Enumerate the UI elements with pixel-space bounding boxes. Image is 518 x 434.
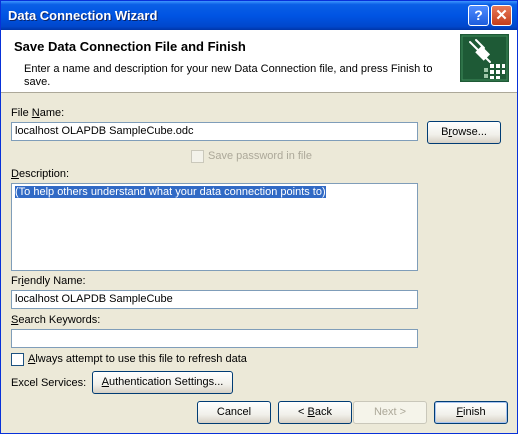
page-description: Enter a name and description for your ne… — [24, 63, 433, 88]
back-button[interactable]: < Back — [278, 401, 352, 424]
cancel-button[interactable]: Cancel — [197, 401, 271, 424]
always-use-file-label: Always attempt to use this file to refre… — [28, 353, 247, 365]
title-bar[interactable]: Data Connection Wizard ? ✕ — [1, 1, 517, 30]
save-password-checkbox[interactable] — [191, 150, 204, 163]
window-title: Data Connection Wizard — [8, 8, 158, 23]
save-password-label: Save password in file — [208, 150, 312, 162]
page-title: Save Data Connection File and Finish — [14, 39, 246, 54]
file-name-input[interactable]: localhost OLAPDB SampleCube.odc — [11, 122, 418, 141]
wizard-header: Save Data Connection File and Finish Ent… — [1, 30, 517, 93]
authentication-settings-button[interactable]: Authentication Settings... — [92, 371, 233, 394]
always-use-file-checkbox[interactable] — [11, 353, 24, 366]
help-button[interactable]: ? — [468, 5, 489, 26]
search-keywords-label: Search Keywords: — [11, 314, 101, 326]
help-icon: ? — [474, 7, 483, 23]
data-connection-icon — [460, 34, 509, 82]
excel-services-label: Excel Services: — [11, 377, 87, 389]
close-icon: ✕ — [495, 7, 508, 24]
search-keywords-input[interactable] — [11, 329, 418, 348]
friendly-name-input[interactable]: localhost OLAPDB SampleCube — [11, 290, 418, 309]
description-textarea[interactable]: (To help others understand what your dat… — [11, 183, 418, 271]
file-name-label: File Name: — [11, 107, 65, 119]
description-label: Description: — [11, 168, 70, 180]
close-button[interactable]: ✕ — [491, 5, 512, 26]
friendly-name-label: Friendly Name: — [11, 275, 86, 287]
next-button[interactable]: Next > — [353, 401, 427, 424]
wizard-window: Data Connection Wizard ? ✕ Save Data Con… — [0, 0, 518, 434]
finish-button[interactable]: Finish — [434, 401, 508, 424]
browse-button[interactable]: Browse... — [427, 121, 501, 144]
